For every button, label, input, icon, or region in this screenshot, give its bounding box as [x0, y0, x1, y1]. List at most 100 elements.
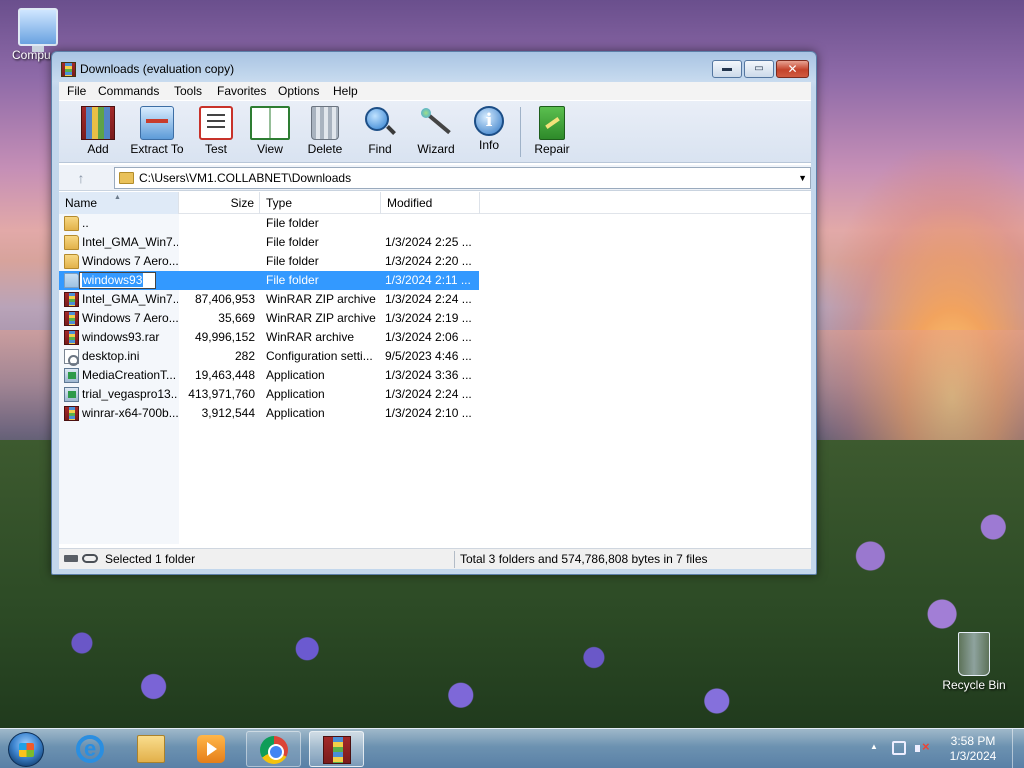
file-size: 413,971,760: [188, 387, 255, 401]
file-row[interactable]: winrar-x64-700b... 3,912,544 Application 1/…: [59, 404, 479, 423]
title-bar[interactable]: Downloads (evaluation copy) ▬ ▭ ✕: [52, 52, 816, 82]
rar-archive-icon: [64, 311, 79, 326]
file-type: File folder: [266, 235, 319, 249]
status-divider: [454, 551, 455, 568]
computer-icon: [18, 8, 58, 52]
volume-muted-icon[interactable]: [915, 739, 930, 755]
column-header-modified[interactable]: Modified: [381, 192, 480, 214]
file-size: 3,912,544: [201, 406, 255, 420]
folder-icon: [64, 235, 79, 250]
file-name: ..: [82, 216, 89, 230]
menu-tools[interactable]: Tools: [174, 83, 202, 99]
menu-commands[interactable]: Commands: [98, 83, 159, 99]
file-modified: 1/3/2024 2:20 ...: [385, 254, 472, 268]
view-book-icon: [250, 106, 290, 140]
drive-icon[interactable]: [64, 555, 78, 562]
taskbar-explorer-button[interactable]: [124, 731, 179, 767]
address-bar: ↑ C:\Users\VM1.COLLABNET\Downloads ▼: [59, 165, 811, 191]
taskbar-ie-button[interactable]: [63, 731, 118, 767]
ini-file-icon: [64, 349, 79, 366]
taskbar-media-player-button[interactable]: [184, 731, 239, 767]
menu-options[interactable]: Options: [278, 83, 319, 99]
winrar-window: Downloads (evaluation copy) ▬ ▭ ✕ File C…: [51, 51, 817, 575]
rar-archive-icon: [64, 406, 79, 421]
column-header-size[interactable]: Size: [179, 192, 260, 214]
column-header-label: Name: [65, 196, 98, 210]
close-button[interactable]: ✕: [776, 60, 809, 78]
system-clock[interactable]: 3:58 PM 1/3/2024: [940, 734, 1006, 764]
sort-arrow-icon: ▲: [114, 194, 121, 201]
toolbar-label: View: [257, 142, 283, 156]
media-player-icon: [197, 735, 225, 763]
toolbar-find-button[interactable]: Find: [350, 105, 410, 159]
clock-time: 3:58 PM: [950, 734, 996, 748]
file-row[interactable]: desktop.ini 282 Configuration setti... 9/5/…: [59, 347, 479, 366]
maximize-button[interactable]: ▭: [744, 60, 774, 78]
application-icon: [64, 368, 79, 383]
toolbar-delete-button[interactable]: Delete: [295, 105, 355, 159]
rar-archive-icon: [64, 330, 79, 345]
menu-file[interactable]: File: [67, 83, 86, 99]
window-client: File Commands Tools Favorites Options He…: [59, 82, 811, 569]
file-row[interactable]: windows93.rar 49,996,152 WinRAR archive 1/3…: [59, 328, 479, 347]
windows-flag-icon: [19, 743, 34, 757]
extract-to-icon: [140, 106, 174, 140]
file-modified: 1/3/2024 2:24 ...: [385, 387, 472, 401]
key-icon[interactable]: [82, 554, 98, 563]
menu-favorites[interactable]: Favorites: [217, 83, 266, 99]
toolbar-test-button[interactable]: Test: [186, 105, 246, 159]
toolbar-view-button[interactable]: View: [240, 105, 300, 159]
file-row[interactable]: Intel_GMA_Win7... 87,406,953 WinRAR ZIP ar…: [59, 290, 479, 309]
folder-icon: [64, 273, 79, 288]
file-row[interactable]: Windows 7 Aero... 35,669 WinRAR ZIP archiv…: [59, 309, 479, 328]
file-row[interactable]: trial_vegaspro13... 413,971,760 Applicatio…: [59, 385, 479, 404]
file-row[interactable]: windows93 File folder 1/3/2024 2:11 ...: [59, 271, 479, 290]
toolbar-repair-button[interactable]: Repair: [522, 105, 582, 159]
column-header-type[interactable]: Type: [260, 192, 381, 214]
up-folder-button[interactable]: ↑: [69, 168, 93, 188]
file-name: MediaCreationT...: [82, 368, 177, 382]
toolbar-wizard-button[interactable]: Wizard: [406, 105, 466, 159]
show-desktop-button[interactable]: [1012, 729, 1024, 768]
address-path: C:\Users\VM1.COLLABNET\Downloads: [139, 171, 352, 185]
address-field[interactable]: C:\Users\VM1.COLLABNET\Downloads ▼: [114, 167, 811, 189]
winrar-app-icon[interactable]: [61, 62, 76, 77]
file-name: desktop.ini: [82, 349, 140, 363]
column-header-name[interactable]: ▲ Name: [59, 192, 179, 214]
taskbar: ▲ 3:58 PM 1/3/2024: [0, 728, 1024, 768]
taskbar-winrar-button[interactable]: [309, 731, 364, 767]
file-row[interactable]: .. File folder: [59, 214, 479, 233]
rename-input[interactable]: windows93: [79, 272, 156, 289]
start-button[interactable]: [8, 732, 44, 767]
file-modified: 1/3/2024 2:19 ...: [385, 311, 472, 325]
status-totals: Total 3 folders and 574,786,808 bytes in…: [460, 552, 708, 566]
file-name: Windows 7 Aero...: [82, 311, 178, 325]
desktop-icon-recycle-bin[interactable]: Recycle Bin: [938, 632, 1010, 692]
toolbar-info-button[interactable]: i Info: [459, 105, 519, 159]
toolbar-add-button[interactable]: Add: [68, 105, 128, 159]
network-icon[interactable]: [892, 741, 906, 755]
taskbar-chrome-button[interactable]: [246, 731, 301, 767]
status-icons: [64, 554, 100, 564]
file-name: windows93.rar: [82, 330, 160, 344]
toolbar-extract-to-button[interactable]: Extract To: [126, 105, 188, 159]
file-row[interactable]: Windows 7 Aero... File folder 1/3/2024 2:2…: [59, 252, 479, 271]
menu-help[interactable]: Help: [333, 83, 358, 99]
file-name: Windows 7 Aero...: [82, 254, 178, 268]
file-type: Application: [266, 406, 325, 420]
rename-input-text: windows93: [82, 273, 144, 287]
file-modified: 1/3/2024 3:36 ...: [385, 368, 472, 382]
toolbar-label: Extract To: [130, 142, 184, 156]
add-archive-icon: [81, 106, 115, 140]
file-row[interactable]: Intel_GMA_Win7... File folder 1/3/2024 2:2…: [59, 233, 479, 252]
rar-archive-icon: [64, 292, 79, 307]
file-size: 87,406,953: [194, 292, 255, 306]
file-type: File folder: [266, 254, 319, 268]
chevron-down-icon[interactable]: ▼: [798, 171, 807, 185]
file-row[interactable]: MediaCreationT... 19,463,448 Application 1/…: [59, 366, 479, 385]
folder-icon: [119, 172, 134, 184]
file-modified: 1/3/2024 2:10 ...: [385, 406, 472, 420]
show-hidden-icons-arrow[interactable]: ▲: [870, 742, 878, 751]
minimize-button[interactable]: ▬: [712, 60, 742, 78]
file-name: Intel_GMA_Win7...: [82, 292, 178, 306]
